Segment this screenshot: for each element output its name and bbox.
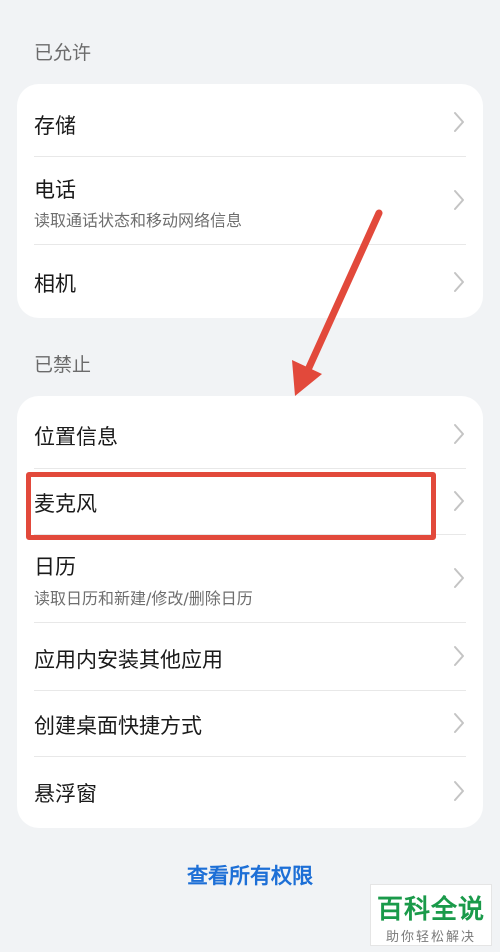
- chevron-right-icon: [454, 190, 464, 210]
- allowed-card: 存储 电话 读取通话状态和移动网络信息 相机: [17, 84, 483, 318]
- chevron-right-icon: [454, 272, 464, 292]
- chevron-right-icon: [454, 568, 464, 588]
- chevron-right-icon: [454, 424, 464, 444]
- chevron-right-icon: [454, 713, 464, 733]
- permission-title: 相机: [34, 272, 76, 296]
- permission-title: 应用内安装其他应用: [34, 648, 223, 672]
- permission-row-shortcuts[interactable]: 创建桌面快捷方式: [17, 690, 483, 756]
- watermark-sub-text: 助你轻松解决: [385, 930, 476, 945]
- annotation-highlight-box: [26, 472, 436, 540]
- permission-row-install-apps[interactable]: 应用内安装其他应用: [17, 622, 483, 690]
- permission-subtitle: 读取通话状态和移动网络信息: [34, 211, 243, 230]
- chevron-right-icon: [454, 646, 464, 666]
- chevron-right-icon: [454, 112, 464, 132]
- permission-title: 悬浮窗: [34, 782, 97, 806]
- permission-row-camera[interactable]: 相机: [17, 244, 483, 318]
- permission-subtitle: 读取日历和新建/修改/删除日历: [34, 589, 253, 608]
- permission-row-phone[interactable]: 电话 读取通话状态和移动网络信息: [17, 156, 483, 244]
- chevron-right-icon: [454, 491, 464, 511]
- permission-row-location[interactable]: 位置信息: [17, 396, 483, 468]
- permission-title: 创建桌面快捷方式: [34, 714, 202, 738]
- watermark-main-text: 百科全说: [376, 895, 485, 925]
- permission-title: 日历: [34, 555, 76, 579]
- permission-row-floating-window[interactable]: 悬浮窗: [17, 756, 483, 828]
- denied-card: 位置信息 麦克风 日历 读取日历和新建/修改/删除日历 应用内安装其他应用 创建…: [17, 396, 483, 828]
- section-header-allowed: 已允许: [34, 42, 92, 64]
- chevron-right-icon: [454, 781, 464, 801]
- permission-title: 存储: [34, 114, 76, 138]
- permission-title: 位置信息: [34, 425, 118, 449]
- section-header-denied: 已禁止: [34, 354, 92, 376]
- permission-row-storage[interactable]: 存储: [17, 84, 483, 156]
- permission-title: 电话: [34, 178, 76, 202]
- watermark-logo: 百科全说 助你轻松解决: [370, 884, 492, 946]
- permission-row-calendar[interactable]: 日历 读取日历和新建/修改/删除日历: [17, 534, 483, 622]
